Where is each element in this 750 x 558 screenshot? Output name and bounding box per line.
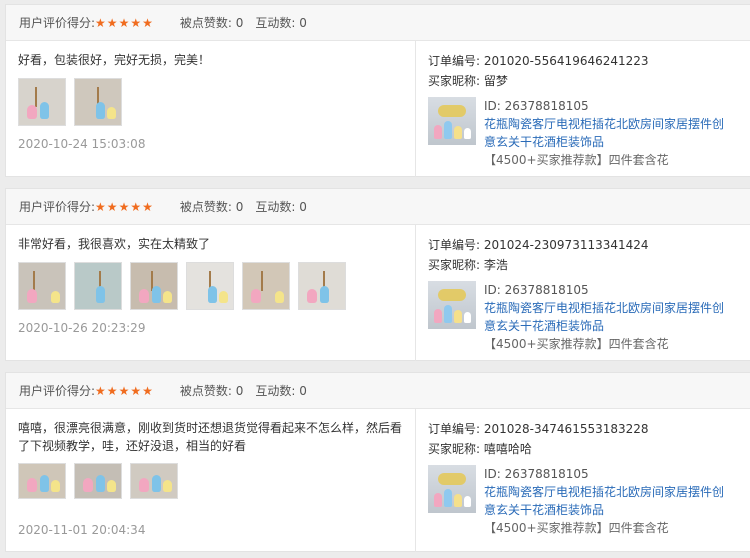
- likes-count: 被点赞数: 0: [179, 16, 244, 30]
- product-image[interactable]: [428, 465, 476, 513]
- review-card: 用户评价得分: ★★★★★ 被点赞数: 0 互动数: 0 好看，包装很好，完好无…: [5, 4, 750, 177]
- review-images: [18, 78, 403, 126]
- review-image-thumb[interactable]: [74, 463, 122, 499]
- review-image-thumb[interactable]: [74, 78, 122, 126]
- interaction-count: 互动数: 0: [255, 384, 307, 398]
- review-time: 2020-10-24 15:03:08: [18, 137, 146, 151]
- review-text: 非常好看，我很喜欢，实在太精致了: [18, 237, 211, 251]
- product-sku: 【4500+买家推荐款】四件套含花: [484, 153, 669, 167]
- review-image-thumb[interactable]: [18, 463, 66, 499]
- buyer-nickname: 留梦: [483, 74, 508, 88]
- review-image-thumb[interactable]: [130, 463, 178, 499]
- rating-stars: ★★★★★: [95, 383, 154, 398]
- order-label: 订单编号:: [428, 54, 481, 68]
- review-image-thumb[interactable]: [298, 262, 346, 310]
- product-image[interactable]: [428, 97, 476, 145]
- buyer-nickname: 嘻嘻哈哈: [483, 442, 532, 456]
- review-image-thumb[interactable]: [74, 262, 122, 310]
- review-image-thumb[interactable]: [186, 262, 234, 310]
- product-title-link[interactable]: 花瓶陶瓷客厅电视柜插花北欧房间家居摆件创意玄关干花酒柜装饰品: [484, 483, 724, 519]
- product-id: ID: 26378818105: [484, 467, 589, 481]
- review-card: 用户评价得分: ★★★★★ 被点赞数: 0 互动数: 0 非常好看，我很喜欢，实…: [5, 188, 750, 361]
- buyer-nickname: 李浩: [483, 258, 508, 272]
- review-header: 用户评价得分: ★★★★★ 被点赞数: 0 互动数: 0: [6, 373, 750, 409]
- product-sku: 【4500+买家推荐款】四件套含花: [484, 337, 669, 351]
- rating-label: 用户评价得分:: [19, 384, 96, 398]
- likes-count: 被点赞数: 0: [179, 200, 244, 214]
- review-image-thumb[interactable]: [18, 78, 66, 126]
- review-header: 用户评价得分: ★★★★★ 被点赞数: 0 互动数: 0: [6, 5, 750, 41]
- product-id: ID: 26378818105: [484, 283, 589, 297]
- buyer-label: 买家昵称:: [428, 258, 481, 272]
- review-card: 用户评价得分: ★★★★★ 被点赞数: 0 互动数: 0 嘻嘻，很漂亮很满意，刚…: [5, 372, 750, 552]
- rating-label: 用户评价得分:: [19, 16, 96, 30]
- rating-label: 用户评价得分:: [19, 200, 96, 214]
- rating-stars: ★★★★★: [95, 199, 154, 214]
- product-image[interactable]: [428, 281, 476, 329]
- order-number: 201020-556419646241223: [483, 54, 649, 68]
- order-label: 订单编号:: [428, 238, 481, 252]
- review-images: [18, 262, 403, 310]
- review-time: 2020-11-01 20:04:34: [18, 523, 146, 537]
- review-time: 2020-10-26 20:23:29: [18, 321, 146, 335]
- buyer-label: 买家昵称:: [428, 74, 481, 88]
- rating-stars: ★★★★★: [95, 15, 154, 30]
- order-label: 订单编号:: [428, 422, 481, 436]
- review-image-thumb[interactable]: [130, 262, 178, 310]
- likes-count: 被点赞数: 0: [179, 384, 244, 398]
- review-image-thumb[interactable]: [18, 262, 66, 310]
- review-text: 嘻嘻，很漂亮很满意，刚收到货时还想退货觉得看起来不怎么样，然后看了下视频教学，哇…: [18, 421, 403, 453]
- order-number: 201024-230973113341424: [483, 238, 649, 252]
- review-text: 好看，包装很好，完好无损，完美！: [18, 53, 211, 67]
- review-header: 用户评价得分: ★★★★★ 被点赞数: 0 互动数: 0: [6, 189, 750, 225]
- review-image-thumb[interactable]: [242, 262, 290, 310]
- product-id: ID: 26378818105: [484, 99, 589, 113]
- product-title-link[interactable]: 花瓶陶瓷客厅电视柜插花北欧房间家居摆件创意玄关干花酒柜装饰品: [484, 299, 724, 335]
- review-images: [18, 463, 403, 499]
- order-number: 201028-347461553183228: [483, 422, 649, 436]
- interaction-count: 互动数: 0: [255, 200, 307, 214]
- product-title-link[interactable]: 花瓶陶瓷客厅电视柜插花北欧房间家居摆件创意玄关干花酒柜装饰品: [484, 115, 724, 151]
- interaction-count: 互动数: 0: [255, 16, 307, 30]
- product-sku: 【4500+买家推荐款】四件套含花: [484, 521, 669, 535]
- buyer-label: 买家昵称:: [428, 442, 481, 456]
